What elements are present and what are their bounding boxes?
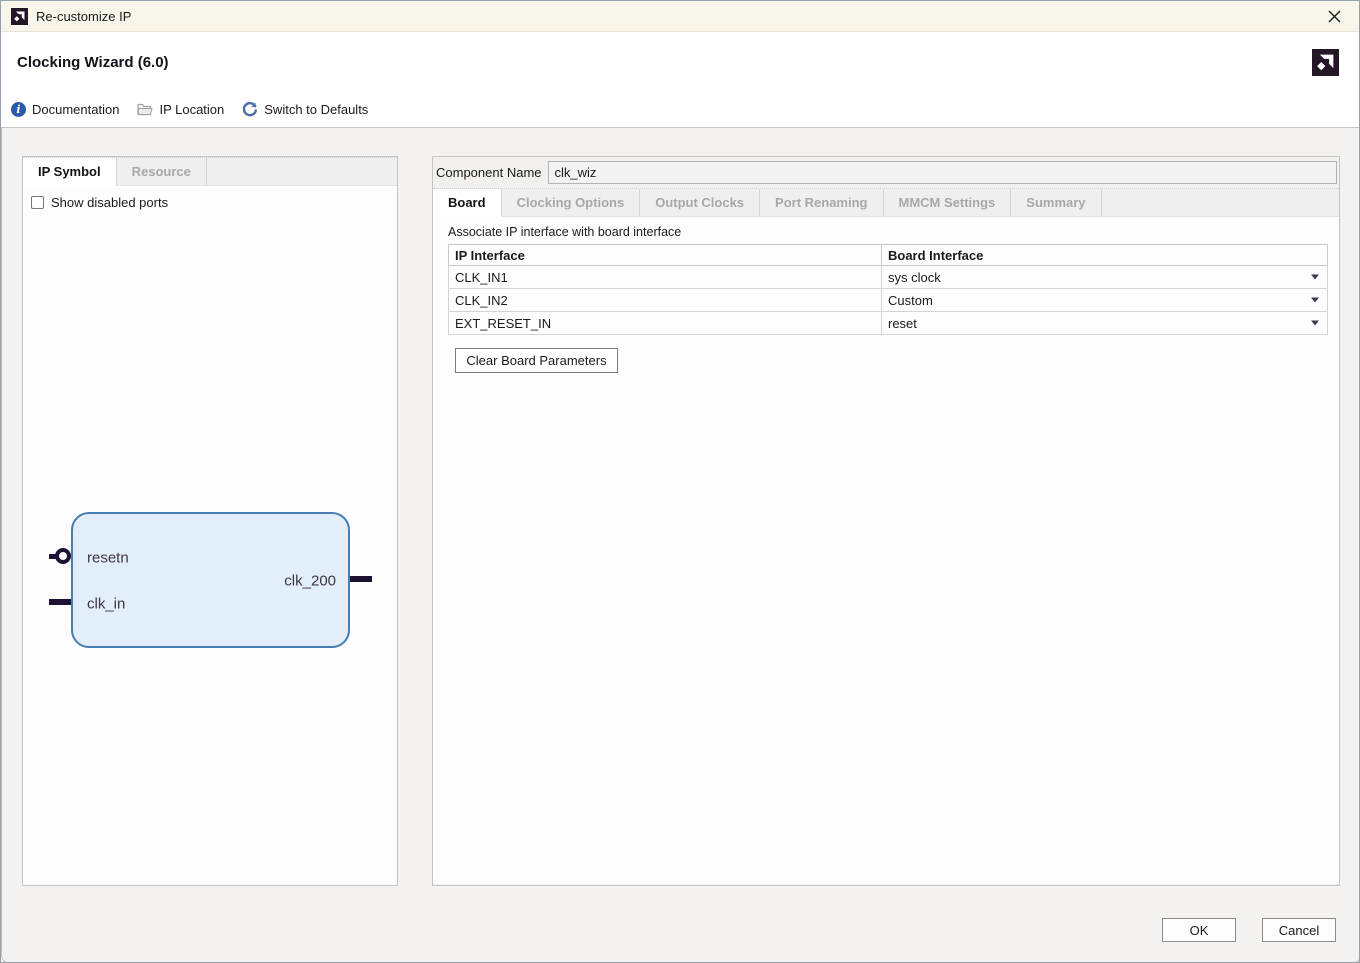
toolbar: i Documentation IP Location Switch to De…: [1, 91, 1359, 128]
ip-interface-cell: CLK_IN1: [449, 266, 882, 289]
component-name-label: Component Name: [436, 165, 542, 180]
ip-location-label: IP Location: [159, 102, 224, 117]
amd-xilinx-brand-logo-icon: [1312, 49, 1339, 76]
chevron-down-icon: [1311, 275, 1319, 280]
switch-to-defaults-label: Switch to Defaults: [264, 102, 368, 117]
window-title: Re-customize IP: [36, 9, 131, 24]
table-header-row: IP Interface Board Interface: [449, 245, 1328, 266]
tab-port-renaming[interactable]: Port Renaming: [760, 189, 883, 216]
table-row: EXT_RESET_IN reset: [449, 312, 1328, 335]
refresh-icon: [242, 101, 258, 117]
dialog-header: Clocking Wizard (6.0): [1, 33, 1359, 91]
component-name-row: Component Name: [433, 157, 1339, 188]
port-label-resetn: resetn: [87, 550, 129, 567]
component-name-input[interactable]: [548, 161, 1338, 184]
show-disabled-ports-row: Show disabled ports: [23, 186, 397, 210]
close-button[interactable]: [1319, 3, 1349, 29]
resetn-active-low-bubble-icon: [55, 548, 71, 564]
folder-icon: [137, 103, 153, 116]
chevron-down-icon: [1311, 321, 1319, 326]
config-tabstrip: Board Clocking Options Output Clocks Por…: [433, 188, 1339, 217]
clk-in-port-stub: [49, 599, 72, 605]
documentation-label: Documentation: [32, 102, 119, 117]
table-row: CLK_IN1 sys clock: [449, 266, 1328, 289]
ip-interface-cell: EXT_RESET_IN: [449, 312, 882, 335]
board-interface-dropdown-clk-in1[interactable]: sys clock: [882, 266, 1328, 289]
tab-board[interactable]: Board: [433, 189, 502, 217]
recustomize-ip-dialog: Re-customize IP Clocking Wizard (6.0) i …: [0, 0, 1360, 963]
info-icon: i: [11, 102, 26, 117]
dropdown-value: Custom: [888, 293, 933, 308]
tab-mmcm-settings[interactable]: MMCM Settings: [884, 189, 1012, 216]
ip-location-button[interactable]: IP Location: [137, 102, 224, 117]
col-header-board-interface: Board Interface: [882, 245, 1328, 266]
board-interface-table: IP Interface Board Interface CLK_IN1 sys…: [448, 244, 1328, 335]
dropdown-value: reset: [888, 316, 917, 331]
documentation-button[interactable]: i Documentation: [11, 102, 119, 117]
ip-interface-cell: CLK_IN2: [449, 289, 882, 312]
board-interface-dropdown-clk-in2[interactable]: Custom: [882, 289, 1328, 312]
tab-resource[interactable]: Resource: [117, 158, 207, 185]
clear-board-parameters-button[interactable]: Clear Board Parameters: [455, 348, 618, 373]
tab-output-clocks[interactable]: Output Clocks: [640, 189, 760, 216]
cancel-button[interactable]: Cancel: [1262, 918, 1336, 942]
configuration-panel: Component Name Board Clocking Options Ou…: [432, 156, 1340, 886]
dropdown-value: sys clock: [888, 270, 941, 285]
board-tab-content: Associate IP interface with board interf…: [433, 217, 1339, 884]
tab-clocking-options[interactable]: Clocking Options: [502, 189, 641, 216]
show-disabled-ports-label: Show disabled ports: [51, 195, 168, 210]
tab-ip-symbol[interactable]: IP Symbol: [23, 158, 117, 186]
chevron-down-icon: [1311, 298, 1319, 303]
port-label-clk-in: clk_in: [87, 596, 125, 613]
ip-symbol-content: Show disabled ports resetn clk_in clk_20…: [23, 186, 397, 884]
switch-to-defaults-button[interactable]: Switch to Defaults: [242, 101, 368, 117]
ip-symbol-panel: IP Symbol Resource Show disabled ports r…: [22, 156, 398, 886]
table-row: CLK_IN2 Custom: [449, 289, 1328, 312]
clk-200-port-stub: [349, 576, 372, 582]
associate-interface-label: Associate IP interface with board interf…: [448, 225, 681, 239]
dialog-body: IP Symbol Resource Show disabled ports r…: [1, 128, 1360, 963]
show-disabled-ports-checkbox[interactable]: [31, 196, 44, 209]
tab-summary[interactable]: Summary: [1011, 189, 1101, 216]
page-title: Clocking Wizard (6.0): [17, 54, 169, 71]
port-label-clk-200: clk_200: [284, 573, 336, 590]
left-tabstrip: IP Symbol Resource: [23, 157, 397, 186]
ip-symbol-block: resetn clk_in clk_200: [71, 512, 350, 648]
ok-button[interactable]: OK: [1162, 918, 1236, 942]
col-header-ip-interface: IP Interface: [449, 245, 882, 266]
close-icon: [1328, 10, 1341, 23]
amd-xilinx-logo-icon: [11, 8, 28, 25]
board-interface-dropdown-ext-reset-in[interactable]: reset: [882, 312, 1328, 335]
title-bar: Re-customize IP: [1, 1, 1359, 32]
